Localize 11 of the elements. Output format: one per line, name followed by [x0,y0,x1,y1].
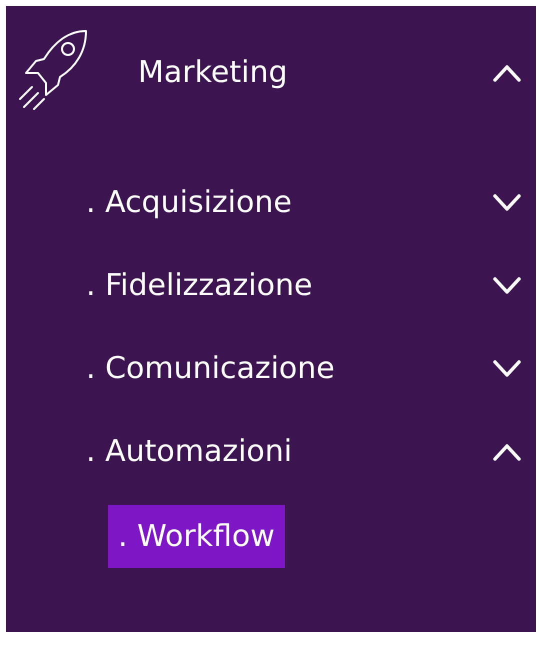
submenu-item[interactable]: . Workflow [108,505,285,568]
menu-item[interactable]: . Comunicazione [86,351,492,386]
chevron-icon[interactable] [492,62,522,82]
chevron-icon[interactable] [492,192,522,212]
chevron-icon[interactable] [492,358,522,378]
chevron-icon[interactable] [492,442,522,462]
menu-item[interactable]: . Automazioni [86,434,492,469]
menu-title[interactable]: Marketing [138,55,492,90]
menu-item[interactable]: . Acquisizione [86,185,492,220]
menu-item[interactable]: . Fidelizzazione [86,268,492,303]
chevron-icon[interactable] [492,276,522,296]
